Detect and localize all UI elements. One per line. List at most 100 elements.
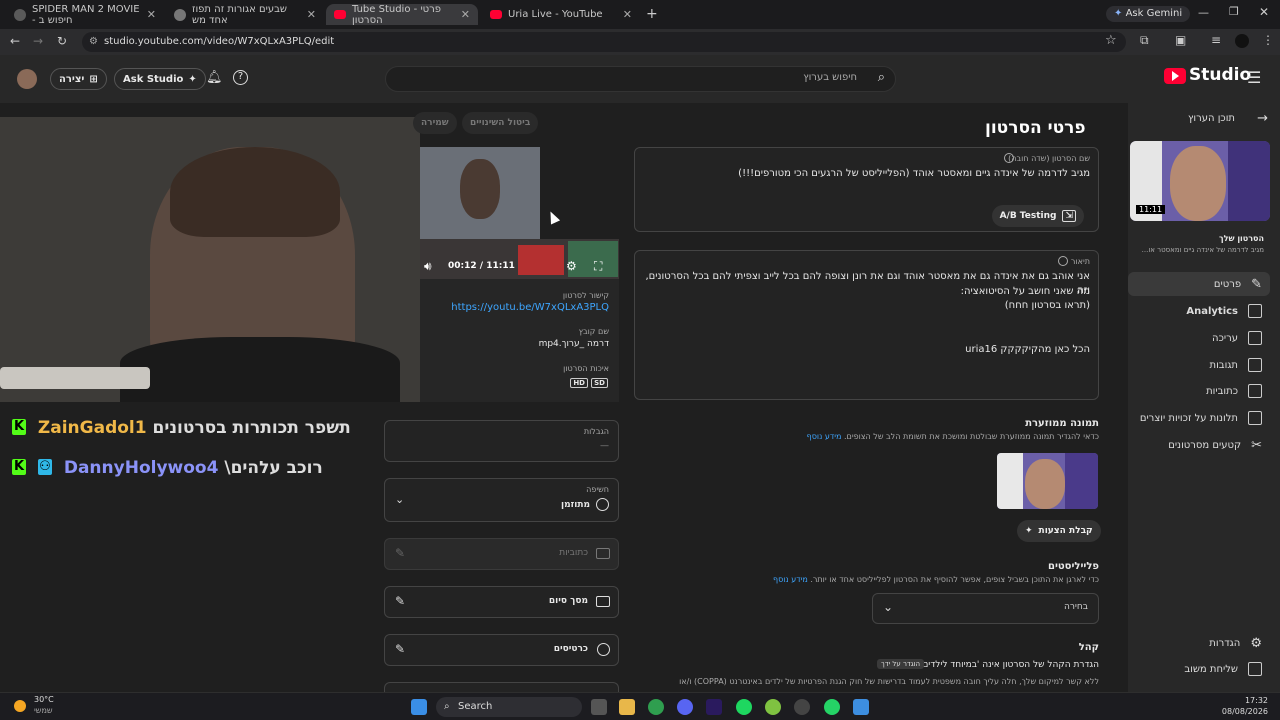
taskbar-search[interactable]: ⌕ Search	[436, 697, 582, 717]
help-icon[interactable]	[1058, 256, 1068, 266]
subtitles-row[interactable]: כתוביות ✎	[384, 538, 619, 570]
cast-icon[interactable]: ▣	[1175, 33, 1186, 47]
sidebar-item-editor[interactable]: עריכה	[1122, 326, 1262, 350]
video-link[interactable]: https://youtu.be/W7xQLxA3PLQ	[451, 302, 609, 313]
settings-gear-icon[interactable]: ⚙	[566, 259, 577, 273]
studio-header: יצירה ⊞ Ask Studio ✦ 🔔︎ ? חיפוש בערוץ ⌕ …	[0, 55, 1280, 103]
close-tab-icon[interactable]: ✕	[307, 8, 316, 21]
end-screen-row[interactable]: מסך סיום ✎	[384, 586, 619, 618]
search-input[interactable]: חיפוש בערוץ	[803, 72, 857, 83]
close-tab-icon[interactable]: ✕	[461, 8, 470, 21]
close-window-icon[interactable]: ✕	[1259, 5, 1269, 19]
minimize-window-icon[interactable]: —	[1198, 6, 1209, 19]
windows-start-icon[interactable]	[411, 699, 427, 715]
sidebar-item-copyright[interactable]: תלונות על זכויות יוצרים	[1122, 406, 1262, 430]
file-name: דרמה _ערוך.mp4	[538, 339, 609, 349]
sidebar-item-analytics[interactable]: Analytics	[1122, 299, 1262, 323]
sidebar-item-subtitles[interactable]: כתוביות	[1122, 379, 1262, 403]
volume-icon[interactable]: 🔊︎	[424, 259, 432, 274]
your-video-label: הסרטון שלך	[1219, 234, 1264, 243]
file-explorer-icon[interactable]	[619, 699, 635, 715]
title-field[interactable]: שם הסרטון (שדה חובה) מגיב לדרמה של אינדה…	[634, 147, 1099, 232]
browser-tab-bar: SPIDER MAN 2 MOVIE - חיפוש ב ✕ שבעים אגו…	[0, 0, 1280, 29]
learn-more-link[interactable]: מידע נוסף	[807, 432, 842, 441]
description-field[interactable]: תיאור אני אוהב גם את אינדה גם את מאסטר א…	[634, 250, 1099, 400]
audience-legal: ללא קשר למיקום שלך, חלה עליך חובה משפטית…	[679, 677, 1099, 686]
title-input[interactable]: מגיב לדרמה של אינדה גיים ומאסטר אוהד (הפ…	[650, 168, 1090, 179]
fullscreen-icon[interactable]: ⛶	[594, 259, 602, 274]
channel-avatar[interactable]	[17, 69, 37, 89]
pencil-icon[interactable]: ✎	[395, 642, 405, 656]
maximize-window-icon[interactable]: ❐	[1229, 5, 1239, 18]
cards-row[interactable]: כרטיסים ✎	[384, 634, 619, 666]
whatsapp-icon[interactable]	[824, 699, 840, 715]
sidebar-item-feedback[interactable]: שליחת משוב	[1122, 657, 1262, 681]
sidebar-item-clips[interactable]: קטעים מסרטונים ✂	[1122, 433, 1262, 457]
pencil-icon[interactable]: ✎	[395, 546, 405, 560]
premiere-icon[interactable]	[706, 699, 722, 715]
ask-studio-button[interactable]: Ask Studio ✦	[114, 68, 206, 90]
chrome-icon[interactable]	[648, 699, 664, 715]
site-info-icon[interactable]: ⚙	[89, 32, 98, 52]
get-suggestions-button[interactable]: ✦ קבלת הצעות	[1017, 520, 1101, 542]
chevron-down-icon[interactable]: ⌄	[883, 600, 893, 614]
app-icon[interactable]	[794, 699, 810, 715]
bookmark-star-icon[interactable]: ☆	[1105, 33, 1117, 48]
learn-more-link[interactable]: מידע נוסף	[773, 575, 808, 584]
chevron-down-icon[interactable]: ⌄	[395, 493, 404, 506]
video-preview[interactable]	[420, 147, 540, 251]
visibility-dropdown[interactable]: חשיפה מתוזמן ⌄	[384, 478, 619, 522]
youtube-logo-icon[interactable]	[1164, 68, 1186, 84]
ab-testing-button[interactable]: A/B Testing ⇲	[991, 205, 1084, 227]
help-icon[interactable]: ?	[233, 70, 248, 85]
restrictions-card[interactable]: הגבלות —	[384, 420, 619, 462]
new-tab-button[interactable]: +	[646, 6, 658, 22]
studio-sidebar: תוכן הערוץ → 11:11 הסרטון שלך מגיב לדרמה…	[1128, 103, 1280, 693]
playlists-heading: פלייליסטים	[1047, 561, 1099, 572]
sidebar-item-details[interactable]: פרטים ✎	[1128, 272, 1270, 296]
task-view-icon[interactable]	[591, 699, 607, 715]
sidebar-video-thumbnail[interactable]: 11:11	[1130, 141, 1270, 221]
media-icon[interactable]: ≡	[1211, 33, 1221, 47]
thumbnail-image[interactable]	[997, 453, 1098, 509]
notifications-bell-icon[interactable]: 🔔︎	[206, 70, 223, 85]
browser-tab[interactable]: שבעים אגורות זה תפוז אחד מש ✕	[166, 4, 324, 26]
video-thumb-figure	[460, 159, 500, 219]
extensions-icon[interactable]: ⧉	[1140, 33, 1149, 48]
discord-icon[interactable]	[677, 699, 693, 715]
hamburger-menu-icon[interactable]: ☰	[1247, 68, 1261, 87]
thumbnail-strip	[518, 245, 564, 275]
close-tab-icon[interactable]: ✕	[623, 8, 632, 21]
spotify-icon[interactable]	[736, 699, 752, 715]
help-icon[interactable]	[1004, 153, 1014, 163]
save-button[interactable]: שמירה	[413, 112, 457, 134]
pencil-icon[interactable]: ✎	[395, 594, 405, 608]
back-arrow-icon[interactable]: ←	[10, 34, 20, 48]
playlist-select[interactable]: בחירה ⌄	[872, 593, 1099, 624]
channel-content-link[interactable]: תוכן הערוץ	[1188, 113, 1235, 124]
sidebar-item-comments[interactable]: תגובות	[1122, 353, 1262, 377]
ask-gemini-button[interactable]: ✦ Ask Gemini	[1106, 6, 1191, 22]
forward-arrow-icon[interactable]: →	[33, 34, 43, 48]
more-row	[384, 682, 619, 692]
browser-tab[interactable]: Uria Live - YouTube ✕	[482, 4, 640, 25]
create-button[interactable]: יצירה ⊞	[50, 68, 107, 90]
analytics-icon	[1248, 304, 1262, 318]
undo-changes-button[interactable]: ביטול השינויים	[462, 112, 539, 134]
video-info-panel: קישור לסרטון https://youtu.be/W7xQLxA3PL…	[420, 279, 619, 402]
thumbnail-help: כדאי להגדיר תמונה ממוזערת שבולטת ומושכת …	[806, 432, 1099, 441]
app-icon[interactable]	[853, 699, 869, 715]
sidebar-item-settings[interactable]: הגדרות ⚙	[1122, 631, 1262, 655]
search-icon[interactable]: ⌕	[878, 70, 885, 85]
address-bar[interactable]: ⚙ studio.youtube.com/video/W7xQLxA3PLQ/e…	[82, 32, 1126, 52]
app-icon[interactable]	[765, 699, 781, 715]
reload-icon[interactable]: ↻	[57, 34, 67, 48]
close-tab-icon[interactable]: ✕	[147, 8, 156, 21]
search-bar[interactable]: חיפוש בערוץ ⌕	[385, 66, 896, 92]
browser-tab-active[interactable]: Tube Studio - פרטי הסרטון ✕	[326, 4, 478, 26]
arrow-right-icon[interactable]: →	[1257, 111, 1268, 126]
profile-avatar[interactable]	[1235, 34, 1249, 48]
audience-heading: קהל	[1078, 642, 1099, 653]
browser-tab[interactable]: SPIDER MAN 2 MOVIE - חיפוש ב ✕	[6, 4, 164, 26]
browser-menu-icon[interactable]: ⋮	[1262, 33, 1274, 47]
